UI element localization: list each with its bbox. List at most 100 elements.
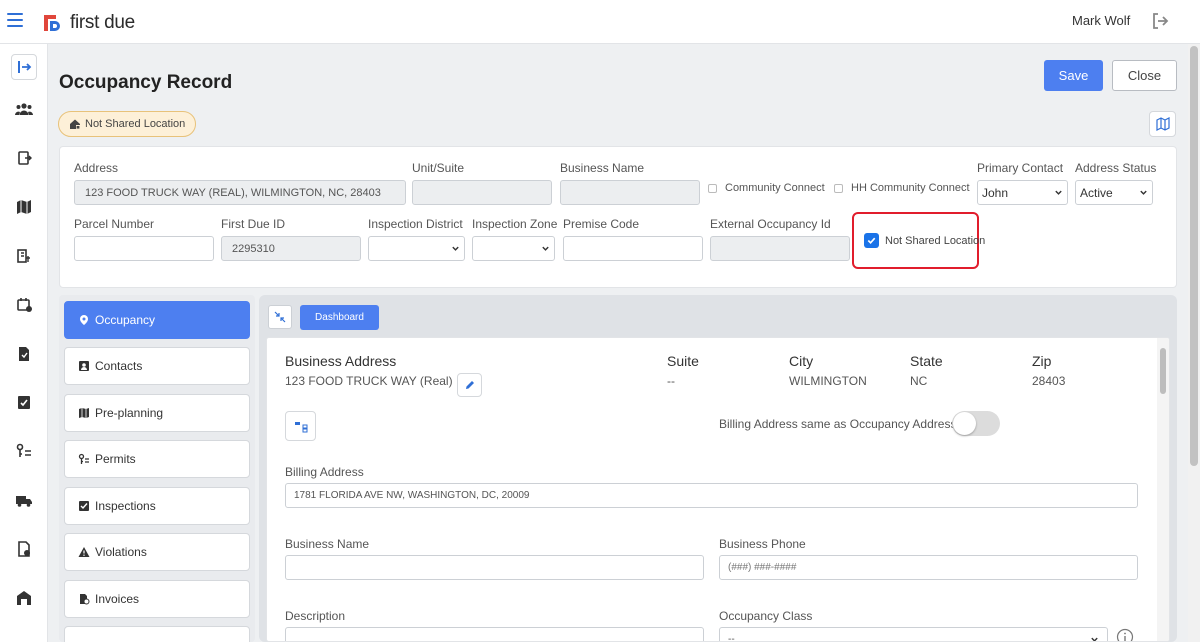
city-value: WILMINGTON xyxy=(789,374,867,388)
premise-code-input[interactable] xyxy=(563,236,703,261)
billing-address-label: Billing Address xyxy=(285,465,364,479)
tab-invoices[interactable]: Invoices xyxy=(64,580,250,618)
tab-inspections[interactable]: Inspections xyxy=(64,487,250,525)
parcel-number-input[interactable] xyxy=(74,236,214,261)
community-connect-checkbox[interactable]: Community Connect xyxy=(708,182,825,194)
invoice-icon[interactable] xyxy=(11,536,37,562)
page-scrollbar[interactable] xyxy=(1188,44,1200,642)
logout-icon[interactable] xyxy=(1151,12,1169,30)
first-due-id-label: First Due ID xyxy=(221,217,286,231)
occupancy-header-form: Address 123 FOOD TRUCK WAY (REAL), WILMI… xyxy=(59,146,1177,288)
address-status-value: Active xyxy=(1080,185,1113,200)
chevron-down-icon xyxy=(1140,190,1147,195)
document-export-icon[interactable] xyxy=(11,145,37,171)
info-icon[interactable] xyxy=(1116,628,1134,642)
parcel-number-label: Parcel Number xyxy=(74,217,155,231)
not-shared-location-checkbox[interactable]: Not Shared Location xyxy=(865,234,985,247)
chevron-down-icon xyxy=(542,246,549,251)
occupancy-class-value: -- xyxy=(728,634,735,642)
business-phone-label: Business Phone xyxy=(719,537,806,551)
hh-community-connect-label: HH Community Connect xyxy=(851,182,970,194)
scroll-thumb[interactable] xyxy=(1190,46,1198,466)
tab-label: Invoices xyxy=(95,592,140,606)
external-occupancy-id-field xyxy=(710,236,850,261)
tab-occupancy[interactable]: Occupancy xyxy=(64,301,250,339)
save-button[interactable]: Save xyxy=(1044,60,1103,91)
tab-violations[interactable]: Violations xyxy=(64,533,250,571)
calendar-icon[interactable] xyxy=(11,292,37,318)
tab-pre-planning[interactable]: Pre-planning xyxy=(64,394,250,432)
close-button[interactable]: Close xyxy=(1112,60,1177,91)
tab-label: Inspections xyxy=(95,499,156,513)
collapse-arrows-icon xyxy=(274,311,286,323)
occupancy-class-label: Occupancy Class xyxy=(719,609,813,623)
expand-nav-icon[interactable] xyxy=(11,54,37,80)
tab-contacts[interactable]: Contacts xyxy=(64,347,250,385)
city-label: City xyxy=(789,353,814,369)
map-pin-icon xyxy=(80,315,88,325)
building-icon[interactable] xyxy=(11,585,37,611)
occupancy-details: Business Address 123 FOOD TRUCK WAY (Rea… xyxy=(266,337,1170,642)
collapse-button[interactable] xyxy=(268,305,292,329)
brand-name: first due xyxy=(70,12,135,33)
business-phone-input[interactable]: (###) ###-#### xyxy=(719,555,1138,580)
address-status-select[interactable]: Active xyxy=(1075,180,1153,205)
invoice-icon xyxy=(80,594,90,605)
clipboard-check-icon[interactable] xyxy=(11,389,37,415)
chevron-down-icon xyxy=(452,246,459,251)
community-connect-label: Community Connect xyxy=(725,182,825,194)
hamburger-menu-icon[interactable] xyxy=(7,13,23,27)
business-address-label: Business Address xyxy=(285,353,397,369)
people-icon[interactable] xyxy=(11,96,37,122)
suite-label: Suite xyxy=(667,353,699,369)
address-label: Address xyxy=(74,161,119,175)
report-icon[interactable] xyxy=(11,341,37,367)
user-name[interactable]: Mark Wolf xyxy=(1072,13,1130,28)
tab-permits[interactable]: Permits xyxy=(64,440,250,478)
state-value: NC xyxy=(910,374,928,388)
business-name-label: Business Name xyxy=(560,161,645,175)
business-name-field xyxy=(560,180,700,205)
inspection-district-select[interactable] xyxy=(368,236,465,261)
inner-scrollbar[interactable] xyxy=(1157,338,1169,641)
description-input[interactable] xyxy=(285,627,704,641)
billing-same-toggle[interactable] xyxy=(952,411,1000,436)
checkbox-icon xyxy=(79,501,89,511)
dashboard-button[interactable]: Dashboard xyxy=(300,305,379,330)
inspection-district-label: Inspection District xyxy=(368,217,463,231)
checkbox-box xyxy=(834,183,843,193)
scroll-thumb[interactable] xyxy=(1160,348,1166,394)
primary-contact-select[interactable]: John xyxy=(977,180,1068,205)
top-bar: first due Mark Wolf xyxy=(0,0,1200,44)
zip-value: 28403 xyxy=(1032,374,1066,388)
permit-key-icon xyxy=(78,453,89,464)
premise-code-label: Premise Code xyxy=(563,217,640,231)
fire-truck-icon[interactable] xyxy=(11,487,37,513)
map-icon[interactable] xyxy=(11,194,37,220)
brand-logo[interactable]: first due xyxy=(42,12,135,34)
map-view-button[interactable] xyxy=(1149,111,1176,137)
permit-key-icon[interactable] xyxy=(11,438,37,464)
inspection-zone-select[interactable] xyxy=(472,236,555,261)
hydrant-icon[interactable] xyxy=(11,243,37,269)
chevron-down-icon xyxy=(1091,637,1098,641)
checkbox-box xyxy=(708,183,717,193)
not-shared-location-label: Not Shared Location xyxy=(885,234,986,247)
occupancy-class-select[interactable]: -- xyxy=(719,627,1108,642)
business-name-input[interactable] xyxy=(285,555,704,580)
edit-address-button[interactable] xyxy=(457,373,482,397)
first-due-id-field: 2295310 xyxy=(221,236,361,261)
billing-address-input[interactable]: 1781 FLORIDA AVE NW, WASHINGTON, DC, 200… xyxy=(285,483,1138,508)
pencil-icon xyxy=(465,381,474,389)
chevron-down-icon xyxy=(1055,190,1062,195)
billing-same-label: Billing Address same as Occupancy Addres… xyxy=(719,417,957,431)
copy-address-button[interactable] xyxy=(285,411,316,441)
hh-community-connect-checkbox[interactable]: HH Community Connect xyxy=(834,182,970,194)
primary-contact-value: John xyxy=(982,185,1009,200)
address-field: 123 FOOD TRUCK WAY (REAL), WILMINGTON, N… xyxy=(74,180,406,205)
tab-more[interactable] xyxy=(64,626,250,642)
content-panel: Dashboard Business Address 123 FOOD TRUC… xyxy=(259,295,1177,642)
record-tabs: Occupancy Contacts Pre-planning Permits … xyxy=(59,295,255,642)
map-icon xyxy=(79,408,89,418)
not-shared-location-badge: Not Shared Location xyxy=(58,111,197,137)
